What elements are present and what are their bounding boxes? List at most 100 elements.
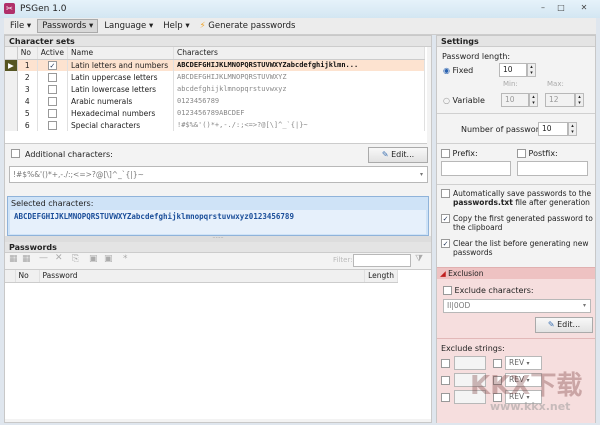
save-as-icon[interactable]: ▣ <box>104 254 113 264</box>
additional-chars-label: Additional characters: <box>25 150 113 159</box>
active-checkbox[interactable] <box>37 107 68 119</box>
asterisk-icon[interactable]: * <box>123 254 128 264</box>
edit-label: Edit... <box>391 150 415 159</box>
charsets-header: Character sets <box>5 36 431 47</box>
fixed-length-spinner[interactable]: 10 ▴ ▾ <box>499 63 536 77</box>
passwords-header: Passwords <box>5 242 431 253</box>
exclude-chars-checkbox[interactable]: Exclude characters: <box>443 286 534 295</box>
row-no: 1 <box>17 59 38 71</box>
row-indicator <box>5 107 18 119</box>
charset-row[interactable]: 3 Latin lowercase letters abcdefghijklmn… <box>5 83 426 95</box>
charsets-table: No Active Name Characters ▶ 1 ✓ Latin lette… <box>5 47 427 144</box>
active-checkbox[interactable] <box>37 83 68 95</box>
chevron-down-icon: ▾ <box>582 302 586 309</box>
additional-chars-checkbox[interactable] <box>11 149 20 158</box>
menu-language[interactable]: Language ▾ <box>100 20 157 32</box>
fixed-label: Fixed <box>452 66 474 75</box>
selected-chars-label: Selected characters: <box>11 199 94 208</box>
additional-chars-value: !#$%&'()*+,-./:;<=>?@[\]^_`{|}~ <box>13 170 144 179</box>
row-characters: !#$%&'()*+,-./:;<=>?@[\]^_`{|}~ <box>173 119 426 131</box>
col-characters[interactable]: Characters <box>173 47 426 60</box>
additional-chars-combo[interactable]: !#$%&'()*+,-./:;<=>?@[\]^_`{|}~ ▾ <box>9 166 428 183</box>
settings-header: Settings <box>437 36 595 47</box>
radio-checked-icon: ◉ <box>443 66 450 75</box>
generate-passwords-button[interactable]: ⚡ Generate passwords <box>196 20 300 32</box>
fixed-radio[interactable]: ◉ Fixed <box>443 66 473 75</box>
active-checkbox[interactable] <box>37 119 68 131</box>
watermark-url: www.kkx.net <box>490 400 571 413</box>
filter-input[interactable] <box>353 254 411 267</box>
active-checkbox[interactable] <box>37 95 68 107</box>
postfix-input[interactable] <box>517 161 588 176</box>
close-button[interactable]: ✕ <box>576 2 592 14</box>
charset-row[interactable]: 6 Special characters !#$%&'()*+,-./:;<=>… <box>5 119 426 131</box>
variable-radio[interactable]: ○ Variable <box>443 96 485 105</box>
exclude-string-checkbox[interactable] <box>441 376 450 385</box>
copy-label: Copy the first generated password to the… <box>453 214 593 232</box>
active-checkbox[interactable] <box>37 71 68 83</box>
autosave-checkbox[interactable]: Automatically save passwords to the pass… <box>441 189 593 207</box>
menu-bar: File ▾ Passwords ▾ Language ▾ Help ▾ ⚡ G… <box>4 18 596 35</box>
passwords-table: No Password Length <box>5 269 431 419</box>
chevron-down-icon: ▾ <box>419 171 423 178</box>
col-pw-no[interactable]: No <box>15 270 40 283</box>
postfix-label: Postfix: <box>528 149 558 158</box>
active-checkbox[interactable]: ✓ <box>37 59 68 71</box>
menu-passwords[interactable]: Passwords ▾ <box>37 19 99 33</box>
col-name[interactable]: Name <box>67 47 174 60</box>
selected-chars-panel: Selected characters: ABCDEFGHIJKLMNOPQRS… <box>7 196 429 236</box>
max-value: 12 <box>545 93 575 107</box>
row-characters: 0123456789 <box>173 95 426 107</box>
menu-file[interactable]: File ▾ <box>6 20 35 32</box>
col-length[interactable]: Length <box>364 270 398 283</box>
lightning-icon: ⚡ <box>199 21 206 31</box>
row-indicator <box>5 95 18 107</box>
col-password[interactable]: Password <box>39 270 366 283</box>
edit-label: Edit... <box>557 320 581 329</box>
minimize-button[interactable]: – <box>535 2 551 14</box>
prefix-input[interactable] <box>441 161 511 176</box>
title-bar: ✂ PSGen 1.0 – □ ✕ <box>0 0 600 18</box>
charset-row[interactable]: 5 Hexadecimal numbers 0123456789ABCDEF <box>5 107 426 119</box>
exclusion-edit-button[interactable]: ✎ Edit... <box>535 317 593 333</box>
row-characters: 0123456789ABCDEF <box>173 107 426 119</box>
min-spinner[interactable]: 10 ▴ ▾ <box>501 93 538 107</box>
exclusion-header[interactable]: ◢ Exclusion <box>437 268 595 279</box>
left-panel: Character sets No Active Name Characters ▶ … <box>4 35 432 423</box>
count-spinner[interactable]: 10 ▴ ▾ <box>538 122 577 136</box>
clear-checkbox[interactable]: ✓ Clear the list before generating new pa… <box>441 239 593 257</box>
max-spinner[interactable]: 12 ▴ ▾ <box>545 93 584 107</box>
additional-edit-button[interactable]: ✎ Edit... <box>368 147 428 163</box>
exclude-chars-label: Exclude characters: <box>454 286 534 295</box>
menu-help[interactable]: Help ▾ <box>159 20 193 32</box>
exclude-string-checkbox[interactable] <box>441 359 450 368</box>
select-all-icon[interactable]: ▦ <box>9 254 18 264</box>
charset-row[interactable]: 4 Arabic numerals 0123456789 <box>5 95 426 107</box>
remove-icon[interactable]: — <box>39 253 48 263</box>
exclusion-title: Exclusion <box>448 269 484 278</box>
row-indicator <box>5 83 18 95</box>
row-name: Latin lowercase letters <box>67 83 174 95</box>
charset-row[interactable]: ▶ 1 ✓ Latin letters and numbers ABCDEFGH… <box>5 59 426 71</box>
row-name: Arabic numerals <box>67 95 174 107</box>
filter-icon[interactable]: ⧩ <box>415 254 423 264</box>
copy-checkbox[interactable]: ✓ Copy the first generated password to th… <box>441 214 593 232</box>
row-indicator: ▶ <box>5 59 18 71</box>
copy-icon[interactable]: ⎘ <box>72 254 79 264</box>
maximize-button[interactable]: □ <box>553 2 569 14</box>
clear-label: Clear the list before generating new pas… <box>453 239 589 257</box>
row-name: Latin uppercase letters <box>67 71 174 83</box>
col-active[interactable]: Active <box>37 47 68 60</box>
col-no[interactable]: No <box>17 47 38 60</box>
delete-icon[interactable]: ✕ <box>55 253 63 263</box>
deselect-icon[interactable]: ▦ <box>22 254 31 264</box>
exclude-chars-combo[interactable]: Il|0OD ▾ <box>443 299 591 313</box>
row-no: 6 <box>17 119 38 131</box>
exclude-string-checkbox[interactable] <box>441 393 450 402</box>
save-icon[interactable]: ▣ <box>89 254 98 264</box>
variable-label: Variable <box>452 96 485 105</box>
generate-label: Generate passwords <box>208 21 296 31</box>
postfix-checkbox[interactable]: Postfix: <box>517 149 558 158</box>
prefix-checkbox[interactable]: Prefix: <box>441 149 478 158</box>
charset-row[interactable]: 2 Latin uppercase letters ABCDEFGHIJKLMN… <box>5 71 426 83</box>
